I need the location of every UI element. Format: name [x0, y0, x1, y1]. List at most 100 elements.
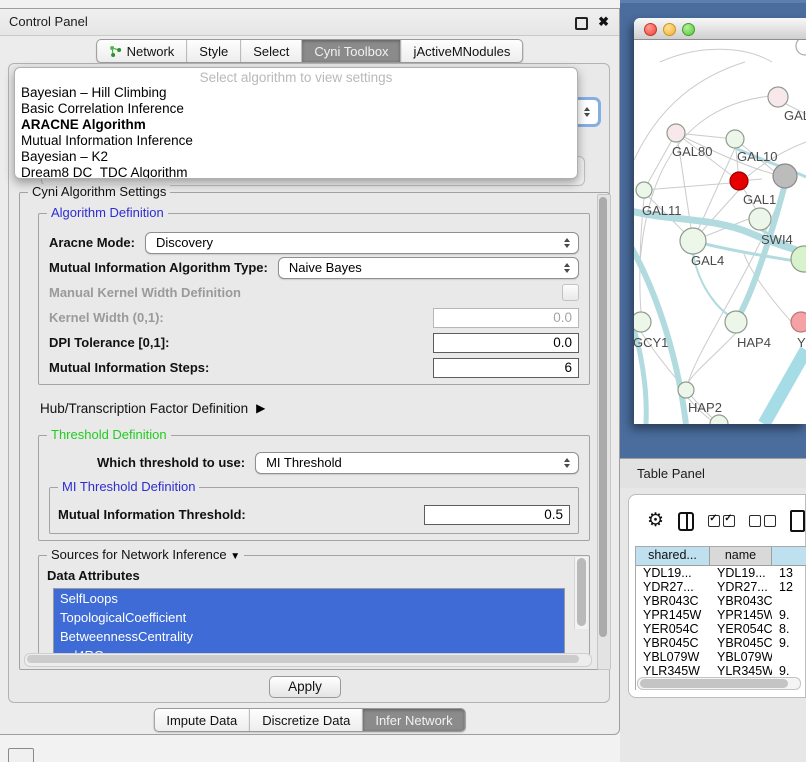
network-canvas[interactable]: GAL GAL80 GAL10 GAL1 GAL11 SWI4 GAL4 GCY…: [634, 40, 806, 424]
control-panel-titlebar: Control Panel ✖: [0, 9, 619, 36]
cell-name: YDL19...: [710, 566, 772, 580]
sources-legend[interactable]: Sources for Network Inference ▼: [47, 547, 244, 562]
aracne-mode-label: Aracne Mode:: [49, 235, 135, 250]
tab-jactivemnodules[interactable]: jActiveMNodules: [402, 40, 523, 62]
menu-item[interactable]: Dream8 DC_TDC Algorithm: [15, 165, 577, 179]
column-header[interactable]: [772, 547, 806, 565]
node-gal10[interactable]: [726, 130, 744, 148]
data-attributes-label: Data Attributes: [47, 568, 579, 584]
minimized-panel-button[interactable]: [8, 748, 34, 762]
node-pink[interactable]: [791, 312, 806, 332]
settings-horizontal-scrollbar[interactable]: [24, 653, 592, 667]
menu-item[interactable]: Bayesian – Hill Climbing: [15, 85, 577, 101]
select-all-columns-icon[interactable]: [708, 515, 735, 527]
cell-value: 9.: [772, 608, 806, 622]
popup-placeholder: Select algorithm to view settings: [15, 70, 577, 85]
node-attribute-table: shared... name YDL19... YDL19... 13 YDR2…: [635, 546, 806, 690]
node-gal4[interactable]: [680, 228, 706, 254]
manual-kernel-checkbox[interactable]: [562, 284, 579, 301]
dpi-tolerance-input[interactable]: 0.0: [433, 333, 579, 353]
threshold-definition-legend: Threshold Definition: [47, 427, 171, 442]
mi-steps-input[interactable]: 6: [433, 358, 579, 378]
mi-threshold-input[interactable]: 0.5: [424, 505, 570, 525]
node-label: HAP4: [737, 335, 771, 350]
tab-label: Infer Network: [375, 713, 452, 728]
tab-impute-data[interactable]: Impute Data: [154, 709, 250, 731]
node-partial-bottom[interactable]: [710, 415, 728, 424]
minimize-traffic-light-icon[interactable]: [663, 23, 676, 36]
which-threshold-label: Which threshold to use:: [97, 455, 245, 470]
combo-stepper-icon: [564, 263, 570, 273]
tab-cyni-toolbox[interactable]: Cyni Toolbox: [302, 40, 401, 62]
table-header-row: shared... name: [636, 547, 806, 566]
table-row[interactable]: YLR345W YLR345W 9.: [636, 664, 806, 678]
menu-item[interactable]: Bayesian – K2: [15, 149, 577, 165]
tab-discretize-data[interactable]: Discretize Data: [250, 709, 363, 731]
tab-select[interactable]: Select: [241, 40, 302, 62]
menu-item[interactable]: Basic Correlation Inference: [15, 101, 577, 117]
table-row[interactable]: YDL19... YDL19... 13: [636, 566, 806, 580]
node-gal80[interactable]: [667, 124, 685, 142]
node-gcy1[interactable]: [634, 312, 651, 332]
which-threshold-row: Which threshold to use: MI Threshold: [49, 450, 579, 475]
node-label: Y: [797, 335, 806, 350]
node-gal11[interactable]: [636, 182, 652, 198]
node-label: GCY1: [634, 335, 668, 350]
settings-vertical-scrollbar[interactable]: [597, 194, 611, 670]
cell-name: YBL079W: [710, 650, 772, 664]
apply-button[interactable]: Apply: [269, 676, 341, 698]
close-icon[interactable]: ✖: [598, 13, 609, 31]
menu-item[interactable]: Mutual Information Inference: [15, 133, 577, 149]
which-threshold-combobox[interactable]: MI Threshold: [255, 452, 579, 474]
table-row[interactable]: YBL079W YBL079W: [636, 650, 806, 664]
list-item[interactable]: SelfLoops: [54, 589, 564, 608]
expander-right-icon: ▶: [256, 401, 265, 415]
float-icon[interactable]: [575, 17, 588, 30]
kernel-width-input[interactable]: 0.0: [433, 308, 579, 328]
table-row[interactable]: YPR145W YPR145W 9.: [636, 608, 806, 622]
menu-item[interactable]: ARACNE Algorithm: [15, 117, 577, 133]
cell-value: 8.: [772, 622, 806, 636]
list-item[interactable]: TopologicalCoefficient: [54, 608, 564, 627]
tab-style[interactable]: Style: [187, 40, 241, 62]
node-gray[interactable]: [773, 164, 797, 188]
table-row[interactable]: YER054C YER054C 8.: [636, 622, 806, 636]
mi-algorithm-type-combobox[interactable]: Naive Bayes: [278, 257, 579, 279]
tab-label: Impute Data: [166, 713, 237, 728]
list-item[interactable]: BetweennessCentrality: [54, 627, 564, 646]
algorithm-definition-group: Algorithm Definition Aracne Mode: Discov…: [38, 213, 590, 385]
table-row[interactable]: YBR043C YBR043C: [636, 594, 806, 608]
network-window-titlebar[interactable]: [634, 18, 806, 40]
cell-shared-name: YDR27...: [636, 580, 710, 594]
attributes-vertical-scrollbar[interactable]: [574, 557, 588, 629]
aracne-mode-row: Aracne Mode: Discovery: [49, 230, 579, 255]
node-unlabeled[interactable]: [796, 40, 806, 55]
deselect-all-columns-icon[interactable]: [749, 515, 776, 527]
tab-label: Discretize Data: [262, 713, 350, 728]
node-label: GAL: [784, 108, 806, 123]
table-row[interactable]: YBR045C YBR045C 9.: [636, 636, 806, 650]
split-view-icon[interactable]: [678, 512, 694, 531]
cell-shared-name: YDL19...: [636, 566, 710, 580]
gear-icon[interactable]: ⚙: [647, 511, 664, 531]
combo-stepper-icon: [564, 238, 570, 248]
close-traffic-light-icon[interactable]: [644, 23, 657, 36]
tab-network[interactable]: Network: [97, 40, 188, 62]
aracne-mode-combobox[interactable]: Discovery: [145, 232, 579, 254]
table-row[interactable]: YDR27... YDR27... 12: [636, 580, 806, 594]
column-header[interactable]: shared...: [636, 547, 710, 565]
node-gal1[interactable]: [749, 208, 771, 230]
table-horizontal-scrollbar[interactable]: [637, 677, 801, 690]
tab-label: jActiveMNodules: [414, 44, 511, 59]
column-header[interactable]: name: [710, 547, 772, 565]
node-hap4[interactable]: [725, 311, 747, 333]
node-gal[interactable]: [768, 87, 788, 107]
kernel-width-row: Kernel Width (0,1): 0.0: [49, 305, 579, 330]
file-icon[interactable]: [790, 510, 805, 532]
hub-transcription-factor-expander[interactable]: Hub/Transcription Factor Definition ▶: [40, 397, 590, 419]
node-selected-red[interactable]: [730, 172, 748, 190]
tab-infer-network[interactable]: Infer Network: [363, 709, 464, 731]
zoom-traffic-light-icon[interactable]: [682, 23, 695, 36]
tab-label: Network: [127, 44, 175, 59]
node-hap2[interactable]: [678, 382, 694, 398]
